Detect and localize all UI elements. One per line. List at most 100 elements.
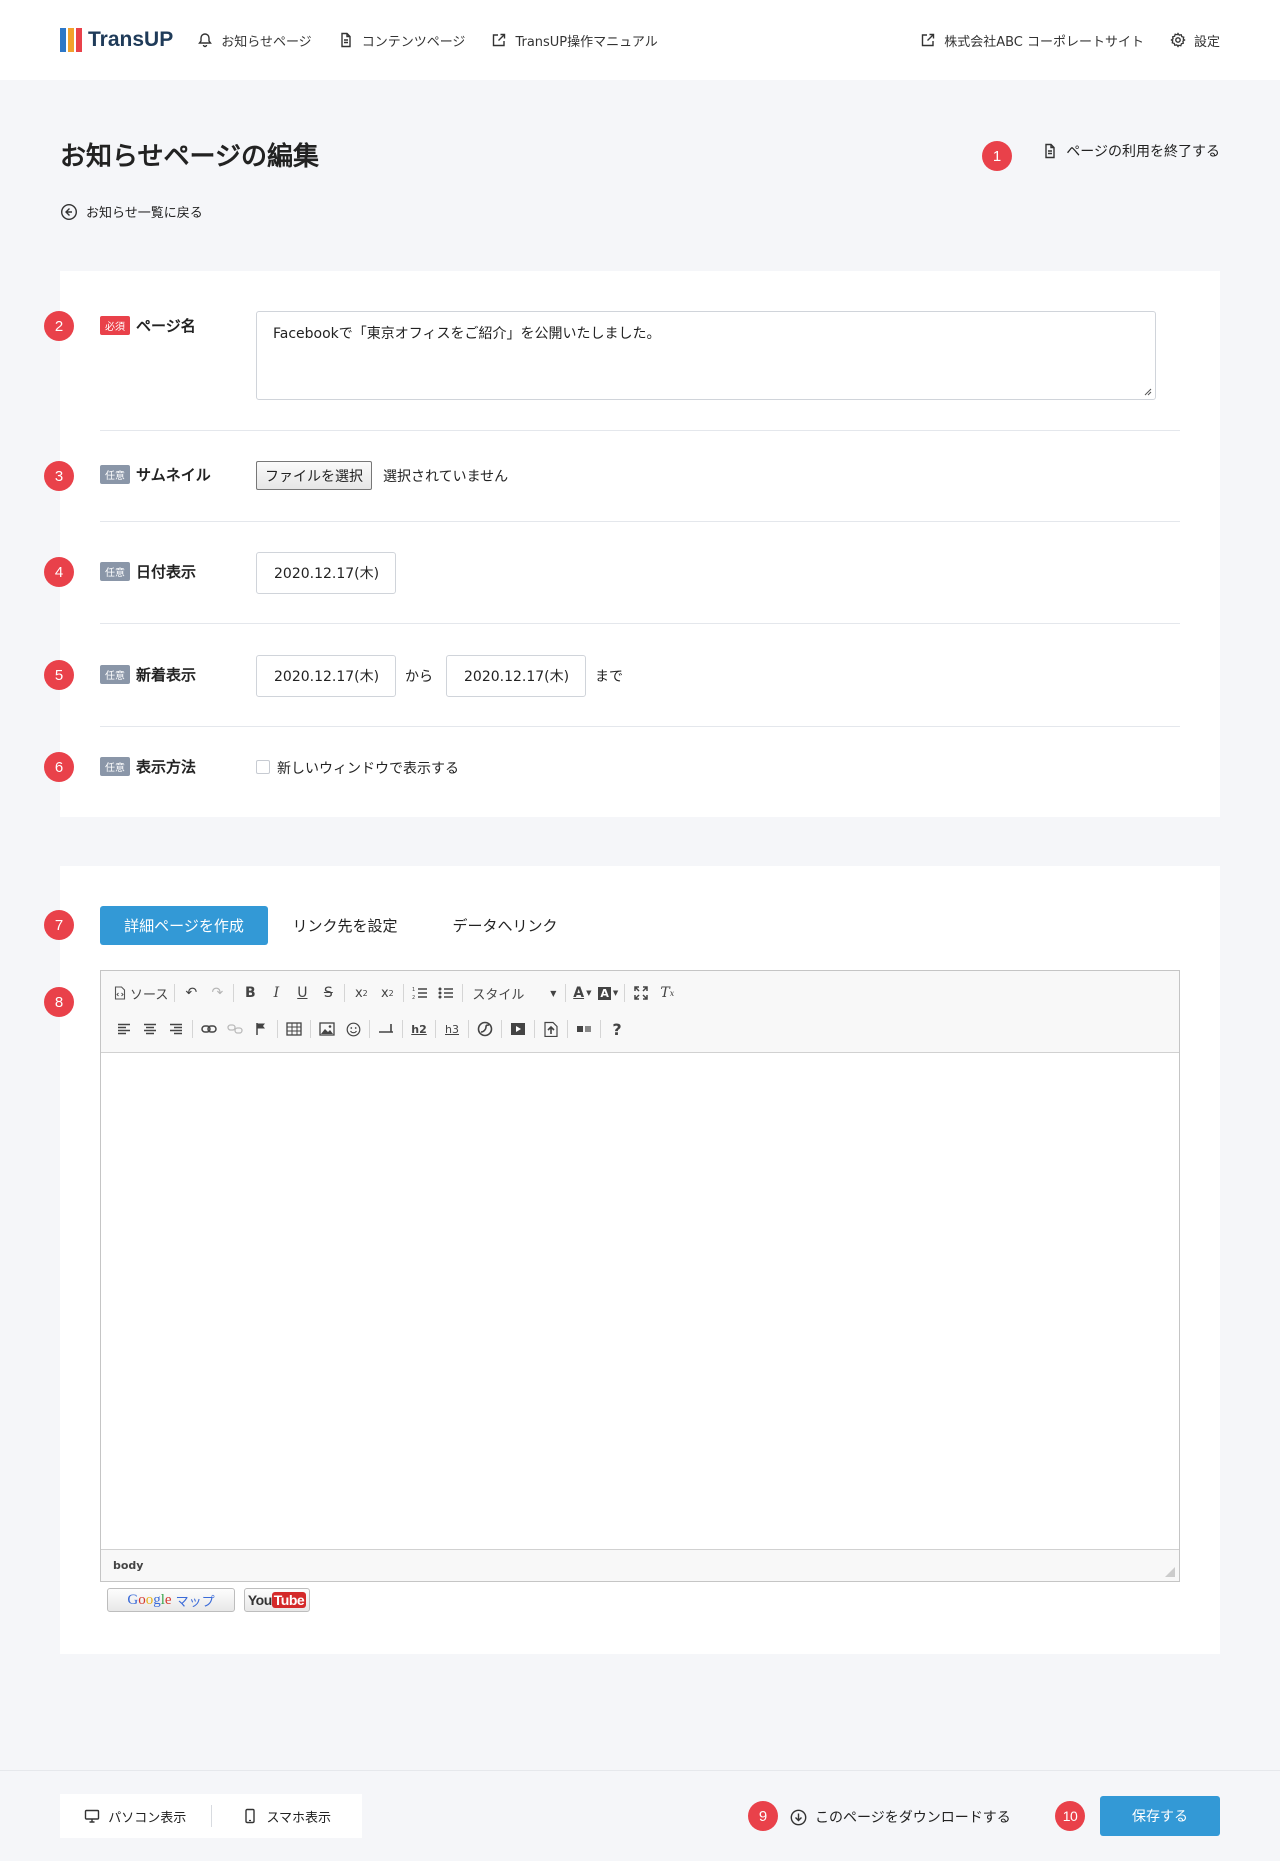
- svg-text:2: 2: [412, 995, 415, 1000]
- nav-content-pages[interactable]: コンテンツページ: [338, 31, 465, 50]
- element-path[interactable]: body: [113, 1559, 143, 1572]
- required-badge: 必須: [100, 316, 130, 335]
- new-window-checkbox-label[interactable]: 新しいウィンドウで表示する: [277, 758, 459, 778]
- new-display-from-input[interactable]: 2020.12.17(木): [256, 655, 396, 697]
- align-center-icon[interactable]: [137, 1015, 163, 1043]
- tab-link-to-data[interactable]: データへリンク: [434, 906, 576, 945]
- undo-icon[interactable]: ↶: [178, 979, 204, 1007]
- external-link-icon: [921, 33, 935, 47]
- optional-badge: 任意: [100, 562, 130, 581]
- maximize-icon[interactable]: [628, 979, 654, 1007]
- resize-grip-icon[interactable]: [1144, 388, 1152, 396]
- page-name-label: 必須 ページ名: [100, 315, 196, 336]
- editor-status-bar: body: [101, 1549, 1179, 1581]
- image-icon[interactable]: [314, 1015, 340, 1043]
- transup-logo[interactable]: TransUP: [60, 28, 173, 52]
- tab-set-link[interactable]: リンク先を設定: [274, 906, 416, 945]
- document-icon: [340, 32, 351, 48]
- align-left-icon[interactable]: [111, 1015, 137, 1043]
- marker-1: 1: [982, 141, 1012, 171]
- marker-3: 3: [44, 461, 74, 491]
- heading2-icon[interactable]: h2: [406, 1015, 432, 1043]
- remove-format-icon[interactable]: Tx: [654, 979, 680, 1007]
- top-header: TransUP お知らせページ コンテンツページ TransUP操作マニュアル …: [0, 0, 1280, 80]
- google-maps-label: マップ: [175, 1594, 215, 1610]
- style-dropdown[interactable]: スタイル ▼: [466, 981, 562, 1005]
- pc-view-label: パソコン表示: [108, 1810, 187, 1826]
- marker-10: 10: [1055, 1801, 1085, 1831]
- end-page-use-label: ページの利用を終了する: [1066, 144, 1220, 160]
- unlink-icon[interactable]: [222, 1015, 248, 1043]
- subscript-icon[interactable]: x2: [348, 979, 374, 1007]
- marker-8: 8: [44, 987, 74, 1017]
- show-blocks-icon[interactable]: [571, 1015, 597, 1043]
- resize-grip-icon[interactable]: [1165, 1567, 1175, 1577]
- monitor-icon: [85, 1809, 100, 1823]
- pc-view-button[interactable]: パソコン表示: [60, 1807, 211, 1826]
- youtube-button[interactable]: You Tube: [244, 1588, 310, 1612]
- nav-settings[interactable]: 設定: [1170, 31, 1220, 50]
- marker-7: 7: [44, 910, 74, 940]
- editor-content-area[interactable]: [101, 1053, 1179, 1549]
- display-method-label: 任意 表示方法: [100, 756, 196, 777]
- google-maps-button[interactable]: Google マップ: [107, 1588, 235, 1612]
- toolbar-row-1: ソース ↶ ↷ B I U S x2 x2 12 スタイル ▼ A ▼ A ▼ …: [111, 979, 680, 1007]
- rich-text-editor: ソース ↶ ↷ B I U S x2 x2 12 スタイル ▼ A ▼ A ▼ …: [100, 970, 1180, 1582]
- smartphone-icon: [245, 1808, 256, 1824]
- nav-manual[interactable]: TransUP操作マニュアル: [491, 31, 658, 50]
- source-label: ソース: [130, 987, 169, 1003]
- new-display-label-text: 新着表示: [136, 666, 197, 684]
- source-button[interactable]: ソース: [111, 979, 171, 1007]
- align-right-icon[interactable]: [163, 1015, 189, 1043]
- footer-bar: パソコン表示 スマホ表示 9 このページをダウンロードする 10 保存する: [0, 1770, 1280, 1861]
- italic-icon[interactable]: I: [263, 979, 289, 1007]
- flash-icon[interactable]: [472, 1015, 498, 1043]
- nav-corporate-site[interactable]: 株式会社ABC コーポレートサイト: [920, 31, 1144, 50]
- bold-icon[interactable]: B: [237, 979, 263, 1007]
- bulleted-list-icon[interactable]: [433, 979, 459, 1007]
- end-page-use-link[interactable]: ページの利用を終了する: [1042, 141, 1220, 161]
- new-window-checkbox[interactable]: [256, 760, 270, 774]
- document-icon: [1045, 143, 1055, 159]
- chevron-down-icon: ▼: [550, 988, 557, 998]
- new-display-to-input[interactable]: 2020.12.17(木): [446, 655, 586, 697]
- nav-manual-label: TransUP操作マニュアル: [515, 34, 658, 50]
- horizontal-line-icon[interactable]: [373, 1015, 399, 1043]
- file-status-text: 選択されていません: [383, 469, 509, 485]
- date-display-input[interactable]: 2020.12.17(木): [256, 552, 396, 594]
- smiley-icon[interactable]: [340, 1015, 366, 1043]
- underline-icon[interactable]: U: [289, 979, 315, 1007]
- help-icon[interactable]: ?: [604, 1015, 630, 1043]
- video-icon[interactable]: [505, 1015, 531, 1043]
- logo-mark-icon: [60, 28, 82, 52]
- bell-icon: [198, 33, 213, 48]
- logo-text: TransUP: [88, 28, 174, 51]
- divider: [100, 726, 1180, 727]
- date-display-label: 任意 日付表示: [100, 561, 196, 582]
- background-color-icon[interactable]: A ▼: [595, 979, 621, 1007]
- google-logo: Google: [127, 1591, 172, 1608]
- download-page-link[interactable]: このページをダウンロードする: [790, 1807, 1011, 1827]
- redo-icon[interactable]: ↷: [204, 979, 230, 1007]
- back-to-news-list-link[interactable]: お知らせ一覧に戻る: [60, 202, 203, 221]
- divider: [100, 430, 1180, 431]
- table-icon[interactable]: [281, 1015, 307, 1043]
- thumbnail-label-text: サムネイル: [136, 466, 211, 484]
- upload-file-icon[interactable]: [538, 1015, 564, 1043]
- page-name-input[interactable]: Facebookで「東京オフィスをご紹介」を公開いたしました。: [256, 311, 1156, 400]
- tab-create-detail-page[interactable]: 詳細ページを作成: [100, 906, 268, 945]
- choose-file-button[interactable]: ファイルを選択: [256, 461, 372, 490]
- source-icon: [114, 986, 126, 1000]
- download-circle-icon: [790, 1809, 807, 1825]
- superscript-icon[interactable]: x2: [374, 979, 400, 1007]
- link-icon[interactable]: [196, 1015, 222, 1043]
- smartphone-view-button[interactable]: スマホ表示: [212, 1807, 363, 1826]
- anchor-flag-icon[interactable]: [248, 1015, 274, 1043]
- save-button[interactable]: 保存する: [1100, 1796, 1220, 1836]
- arrow-left-circle-icon: [60, 203, 78, 220]
- heading3-icon[interactable]: h3: [439, 1015, 465, 1043]
- strikethrough-icon[interactable]: S: [315, 979, 341, 1007]
- text-color-icon[interactable]: A ▼: [569, 979, 595, 1007]
- numbered-list-icon[interactable]: 12: [407, 979, 433, 1007]
- nav-news-pages[interactable]: お知らせページ: [197, 31, 312, 50]
